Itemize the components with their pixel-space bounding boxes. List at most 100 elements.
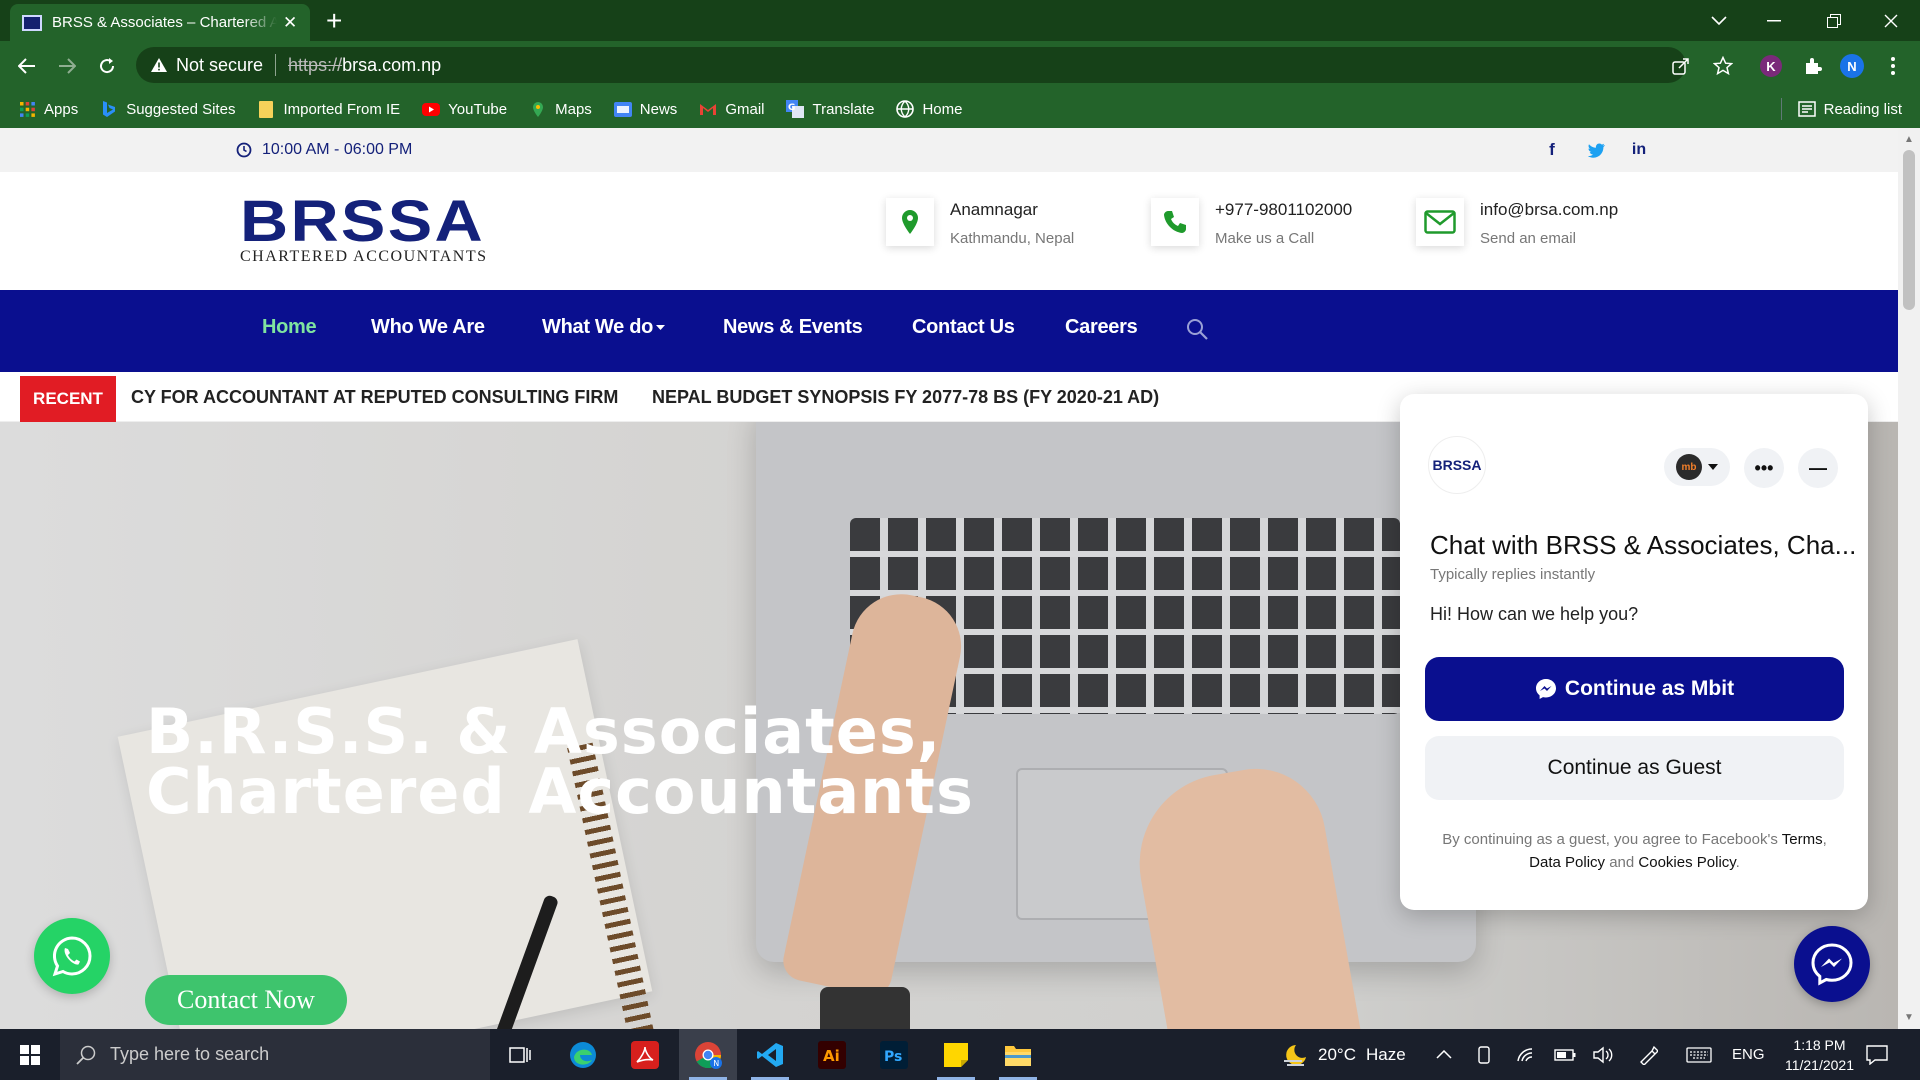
nav-what-we-do-label: What We do bbox=[542, 316, 654, 338]
sticky-notes-icon[interactable] bbox=[927, 1029, 985, 1080]
bookmark-gmail[interactable]: Gmail bbox=[699, 100, 764, 118]
page-scrollbar[interactable]: ▲ ▼ bbox=[1898, 128, 1920, 1029]
volume-icon[interactable] bbox=[1592, 1029, 1614, 1080]
back-arrow-icon[interactable] bbox=[10, 49, 44, 83]
phone-icon bbox=[1151, 198, 1199, 246]
brsa-logo[interactable]: BRSSA CHARTERED ACCOUNTANTS bbox=[240, 193, 488, 266]
close-window-icon[interactable] bbox=[1862, 0, 1920, 41]
reading-list-button[interactable]: Reading list bbox=[1781, 90, 1902, 128]
tab-search-icon[interactable] bbox=[1690, 0, 1748, 41]
gmail-icon bbox=[699, 100, 717, 118]
photoshop-icon[interactable]: Ps bbox=[865, 1029, 923, 1080]
bookmark-suggested-sites[interactable]: Suggested Sites bbox=[100, 100, 235, 118]
translate-icon: G bbox=[786, 100, 805, 118]
twitter-icon[interactable] bbox=[1587, 140, 1607, 160]
forward-arrow-icon[interactable] bbox=[50, 49, 84, 83]
account-switcher[interactable]: mb bbox=[1664, 448, 1730, 486]
edge-icon[interactable] bbox=[554, 1029, 612, 1080]
linkedin-icon[interactable]: in bbox=[1629, 140, 1649, 160]
profile-n-avatar[interactable]: N bbox=[1840, 54, 1864, 78]
nav-home[interactable]: Home bbox=[262, 316, 317, 339]
nav-contact-us[interactable]: Contact Us bbox=[912, 316, 1015, 339]
vscode-icon[interactable] bbox=[741, 1029, 799, 1080]
contact-now-button[interactable]: Contact Now bbox=[145, 975, 347, 1025]
show-hidden-icons-chevron-icon[interactable] bbox=[1436, 1029, 1452, 1080]
task-view-icon[interactable] bbox=[491, 1029, 549, 1080]
windows-start-icon[interactable] bbox=[0, 1029, 60, 1080]
minimize-icon[interactable] bbox=[1745, 0, 1803, 41]
terms-link[interactable]: Terms bbox=[1782, 831, 1823, 848]
bing-icon bbox=[100, 100, 118, 118]
maps-icon bbox=[529, 100, 547, 118]
bookmark-label: Apps bbox=[44, 100, 79, 118]
share-icon[interactable] bbox=[1668, 53, 1694, 79]
file-explorer-icon[interactable] bbox=[989, 1029, 1047, 1080]
bookmark-maps[interactable]: Maps bbox=[529, 100, 592, 118]
battery-icon[interactable] bbox=[1554, 1029, 1576, 1080]
facebook-icon[interactable]: f bbox=[1542, 140, 1562, 160]
continue-as-guest-button[interactable]: Continue as Guest bbox=[1425, 736, 1844, 800]
chat-page-logo: BRSSA bbox=[1428, 436, 1486, 494]
tab-close-icon[interactable]: ✕ bbox=[283, 13, 297, 33]
bookmark-star-icon[interactable] bbox=[1710, 53, 1736, 79]
globe-icon bbox=[896, 100, 915, 118]
bookmark-news[interactable]: News bbox=[613, 100, 677, 118]
notifications-icon[interactable] bbox=[1866, 1029, 1888, 1080]
new-tab-button[interactable]: + bbox=[326, 5, 342, 37]
ticker-item[interactable]: NEPAL BUDGET SYNOPSIS FY 2077-78 BS (FY … bbox=[652, 387, 1159, 408]
taskbar-search-box[interactable]: Type here to search bbox=[60, 1029, 490, 1080]
acrobat-icon[interactable] bbox=[616, 1029, 674, 1080]
bookmark-imported-from-ie[interactable]: Imported From IE bbox=[257, 100, 400, 118]
profile-k-avatar[interactable]: K bbox=[1760, 55, 1782, 77]
weather-widget[interactable]: 20°C Haze bbox=[1282, 1029, 1406, 1080]
bookmark-label: Suggested Sites bbox=[126, 100, 236, 118]
bookmark-label: Imported From IE bbox=[283, 100, 401, 118]
messenger-chat-popup: BRSSA mb ••• — Chat with BRSS & Associat… bbox=[1400, 394, 1868, 910]
chrome-icon[interactable]: N bbox=[679, 1029, 737, 1080]
minimize-chat-icon[interactable]: — bbox=[1798, 448, 1838, 488]
scrollbar-thumb[interactable] bbox=[1903, 150, 1915, 310]
bookmark-home[interactable]: Home bbox=[896, 100, 962, 118]
language-indicator[interactable]: ENG bbox=[1732, 1029, 1765, 1080]
bookmark-apps[interactable]: Apps bbox=[18, 100, 78, 118]
illustrator-icon[interactable]: Ai bbox=[803, 1029, 861, 1080]
reload-icon[interactable] bbox=[90, 49, 124, 83]
email-address[interactable]: info@brsa.com.np bbox=[1480, 200, 1618, 220]
phone-number[interactable]: +977-9801102000 bbox=[1215, 200, 1352, 220]
wifi-icon[interactable] bbox=[1516, 1029, 1536, 1080]
reading-list-label: Reading list bbox=[1823, 100, 1902, 118]
security-label[interactable]: Not secure bbox=[176, 55, 263, 76]
restore-icon[interactable] bbox=[1805, 0, 1863, 41]
pen-workspace-icon[interactable] bbox=[1638, 1029, 1658, 1080]
whatsapp-button[interactable] bbox=[34, 918, 110, 994]
browser-tab[interactable]: BRSS & Associates – Chartered Accountant… bbox=[10, 4, 310, 41]
messenger-launcher-button[interactable] bbox=[1794, 926, 1870, 1002]
touch-keyboard-icon[interactable] bbox=[1686, 1029, 1712, 1080]
extensions-puzzle-icon[interactable] bbox=[1800, 53, 1826, 79]
nav-news-events[interactable]: News & Events bbox=[723, 316, 863, 339]
chrome-menu-icon[interactable] bbox=[1880, 53, 1906, 79]
address-title: Anamnagar bbox=[950, 200, 1038, 219]
bookmark-youtube[interactable]: YouTube bbox=[422, 100, 507, 118]
cookies-policy-link[interactable]: Cookies Policy bbox=[1638, 854, 1735, 871]
scroll-down-arrow-icon[interactable]: ▼ bbox=[1904, 1012, 1914, 1023]
weather-desc: Haze bbox=[1365, 1044, 1406, 1064]
continue-as-user-button[interactable]: Continue as Mbit bbox=[1425, 657, 1844, 721]
address-bar[interactable]: Not secure https:// brsa.com.np bbox=[136, 47, 1686, 83]
clock-date: 11/21/2021 bbox=[1784, 1057, 1854, 1073]
moon-haze-icon bbox=[1284, 1044, 1306, 1066]
nav-who-we-are[interactable]: Who We Are bbox=[371, 316, 485, 339]
contact-address: Anamnagar Kathmandu, Nepal bbox=[886, 198, 1074, 247]
search-icon[interactable] bbox=[1186, 318, 1208, 340]
data-policy-link[interactable]: Data Policy bbox=[1529, 854, 1605, 871]
chat-response-time: Typically replies instantly bbox=[1430, 566, 1596, 583]
svg-text:G: G bbox=[788, 103, 795, 113]
bookmark-translate[interactable]: G Translate bbox=[786, 100, 874, 118]
device-icon[interactable] bbox=[1476, 1029, 1492, 1080]
taskbar-clock[interactable]: 1:18 PM 11/21/2021 bbox=[1785, 1035, 1854, 1075]
scroll-up-arrow-icon[interactable]: ▲ bbox=[1904, 134, 1914, 145]
nav-what-we-do[interactable]: What We do bbox=[542, 316, 666, 339]
ticker-item[interactable]: CY FOR ACCOUNTANT AT REPUTED CONSULTING … bbox=[131, 387, 618, 408]
nav-careers[interactable]: Careers bbox=[1065, 316, 1138, 339]
more-options-icon[interactable]: ••• bbox=[1744, 448, 1784, 488]
